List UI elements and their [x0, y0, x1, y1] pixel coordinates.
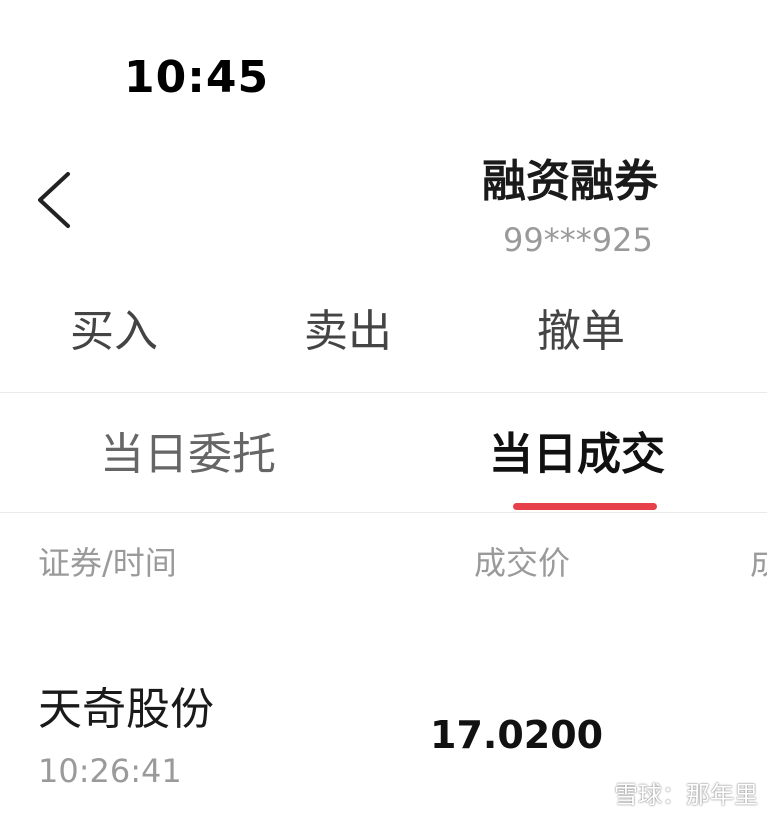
- active-tab-indicator: [513, 503, 657, 510]
- tab-today-orders[interactable]: 当日委托: [100, 424, 276, 486]
- chevron-left-icon: [38, 172, 70, 228]
- deal-security-name: 天奇股份: [38, 684, 214, 735]
- column-header-partial: 成: [750, 544, 767, 582]
- watermark-text: 雪球：那年里: [614, 780, 758, 809]
- account-number: 99***925: [503, 221, 653, 259]
- divider: [0, 512, 767, 513]
- column-header-deal-price: 成交价: [474, 544, 571, 582]
- tab-buy[interactable]: 买入: [70, 302, 158, 362]
- watermark: 雪球：那年里: [580, 772, 758, 812]
- column-header-security-time: 证券/时间: [38, 544, 177, 582]
- tab-today-deals[interactable]: 当日成交: [489, 424, 665, 486]
- tab-sell[interactable]: 卖出: [304, 302, 392, 362]
- deal-time: 10:26:41: [38, 752, 182, 790]
- deal-price: 17.0200: [430, 713, 604, 757]
- divider: [0, 392, 767, 393]
- status-time: 10:45: [124, 52, 270, 103]
- tab-cancel-order[interactable]: 撤单: [537, 302, 625, 362]
- snowball-logo-icon: [581, 778, 609, 806]
- trade-page: 10:45 融资融券 99***925 买入 卖出 撤单 当日委托 当日成交 证…: [0, 0, 767, 815]
- back-button[interactable]: [28, 166, 80, 234]
- page-title: 融资融券: [482, 156, 658, 207]
